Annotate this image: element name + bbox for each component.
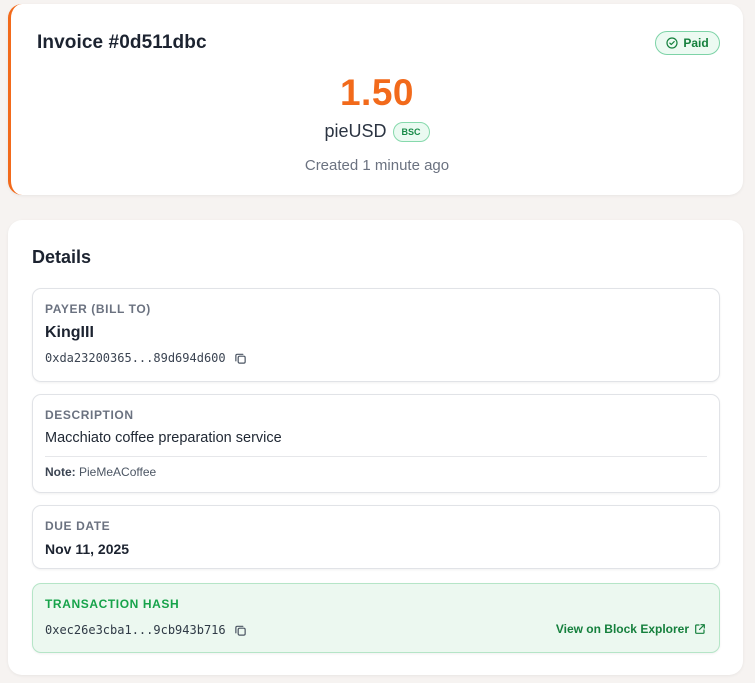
- divider: [45, 456, 707, 457]
- description-text: Macchiato coffee preparation service: [45, 430, 282, 446]
- transaction-hash-row: 0xec26e3cba1...9cb943b716: [45, 623, 247, 637]
- transaction-section: TRANSACTION HASH 0xec26e3cba1...9cb943b7…: [32, 583, 720, 653]
- invoice-summary-card: Invoice #0d511dbc Paid 1.50 pieUSD BSC C…: [8, 4, 743, 195]
- copy-icon[interactable]: [234, 624, 247, 637]
- details-card: Details PAYER (BILL TO) KingIII 0xda2320…: [8, 220, 743, 675]
- currency-row: pieUSD BSC: [11, 121, 743, 142]
- details-title: Details: [32, 247, 92, 267]
- copy-icon[interactable]: [234, 352, 247, 365]
- transaction-hash: 0xec26e3cba1...9cb943b716: [45, 623, 226, 637]
- payer-address-row: 0xda23200365...89d694d600: [45, 351, 247, 365]
- note-text: PieMeACoffee: [79, 465, 157, 479]
- block-explorer-label: View on Block Explorer: [555, 622, 689, 636]
- status-badge: Paid: [655, 31, 720, 55]
- currency-name: pieUSD: [324, 121, 387, 141]
- note: Note: PieMeACoffee: [45, 465, 156, 479]
- description-label: DESCRIPTION: [45, 408, 134, 422]
- status-label: Paid: [683, 36, 709, 50]
- external-link-icon: [695, 624, 705, 634]
- payer-section: PAYER (BILL TO) KingIII 0xda23200365...8…: [32, 288, 720, 382]
- note-label: Note:: [45, 465, 76, 479]
- due-date-label: DUE DATE: [45, 519, 111, 533]
- invoice-title: Invoice #0d511dbc: [37, 32, 207, 53]
- block-explorer-link[interactable]: View on Block Explorer: [556, 622, 706, 636]
- payer-name: KingIII: [45, 324, 94, 341]
- due-date-value: Nov 11, 2025: [45, 541, 130, 557]
- payer-address: 0xda23200365...89d694d600: [45, 351, 226, 365]
- chain-badge: BSC: [392, 121, 430, 142]
- check-circle-icon: [666, 37, 678, 49]
- payer-label: PAYER (BILL TO): [45, 302, 151, 316]
- invoice-amount: 1.50: [339, 72, 414, 113]
- created-time: Created 1 minute ago: [304, 157, 450, 174]
- transaction-label: TRANSACTION HASH: [45, 597, 180, 611]
- description-section: DESCRIPTION Macchiato coffee preparation…: [32, 394, 720, 493]
- due-date-section: DUE DATE Nov 11, 2025: [32, 505, 720, 569]
